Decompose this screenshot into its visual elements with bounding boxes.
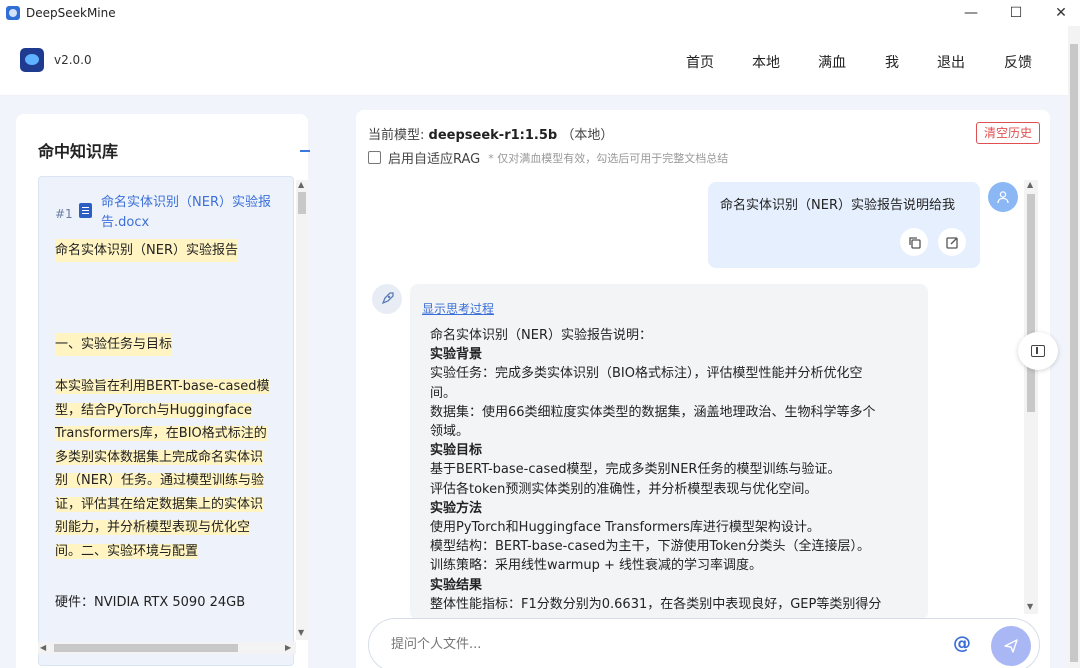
- doc-hardware-line: 硬件：NVIDIA RTX 5090 24GB: [55, 595, 246, 610]
- knowledge-card[interactable]: #1 命名实体识别（NER）实验报告.docx 命名实体识别（NER）实验报告 …: [38, 176, 294, 666]
- user-avatar-icon: [988, 182, 1018, 212]
- answer-line: 基于BERT-base-cased模型，完成多类别NER任务的模型训练与验证。: [430, 462, 841, 478]
- answer-line: 实验任务：完成多类实体识别（BIO格式标注），评估模型性能并分析优化空: [430, 366, 863, 382]
- model-suffix: （本地）: [561, 128, 614, 143]
- chat-vertical-scrollbar[interactable]: ▲ ▼: [1024, 180, 1038, 614]
- nav-feedback[interactable]: 反馈: [1004, 52, 1032, 72]
- sidebar-toggle-icon: [1031, 345, 1045, 357]
- excerpt-line: 间。二、实验环境与配置: [55, 543, 199, 559]
- maximize-button[interactable]: ☐: [993, 0, 1039, 26]
- collapse-button[interactable]: [300, 150, 310, 152]
- answer-heading: 实验背景: [430, 347, 483, 363]
- doc-subtitle: 命名实体识别（NER）实验报告: [55, 239, 238, 262]
- mention-button[interactable]: @: [953, 633, 971, 654]
- assistant-message-text: 命名实体识别（NER）实验报告说明： 实验背景实验任务：完成多类实体识别（BIO格…: [430, 326, 910, 614]
- rank-badge: #1: [55, 207, 73, 221]
- answer-line: 评估各token预测实体类别的准确性，并分析模型表现与优化空间。: [430, 481, 818, 497]
- knowledge-vertical-scrollbar[interactable]: ▲ ▼: [296, 180, 308, 640]
- close-icon: ✕: [1055, 5, 1067, 21]
- doc-filename-link[interactable]: 命名实体识别（NER）实验报告.docx: [101, 193, 281, 233]
- chat-input[interactable]: [391, 637, 911, 652]
- knowledge-horizontal-scrollbar[interactable]: ◀ ▶: [38, 642, 296, 654]
- answer-line: 数据集：使用66类细粒度实体类型的数据集，涵盖地理政治、生物科学等多个: [430, 404, 876, 420]
- excerpt-line: 证，评估其在给定数据集上的实体识: [55, 496, 264, 512]
- assistant-message-bubble: 显示思考过程 命名实体识别（NER）实验报告说明： 实验背景实验任务：完成多类实体…: [410, 284, 928, 620]
- scroll-up-icon[interactable]: ▲: [1027, 180, 1033, 189]
- maximize-icon: ☐: [1009, 5, 1023, 21]
- answer-line: 训练策略：采用线性warmup + 线性衰减的学习率调度。: [430, 558, 763, 574]
- rocket-icon: [372, 284, 402, 314]
- answer-line: 间。: [430, 385, 457, 401]
- answer-line: 命名实体识别（NER）实验报告说明：: [430, 328, 652, 343]
- sidebar-toggle-button[interactable]: [1018, 332, 1058, 370]
- nav-local[interactable]: 本地: [752, 52, 780, 72]
- answer-heading: 实验方法: [430, 500, 483, 516]
- scroll-right-icon[interactable]: ▶: [285, 643, 291, 652]
- user-message-text: 命名实体识别（NER）实验报告说明给我: [720, 198, 955, 213]
- answer-line: 模型结构：BERT-base-cased为主干，下游使用Token分类头（全连接…: [430, 539, 870, 555]
- app-header: v2.0.0 首页 本地 满血 我 退出 反馈: [0, 26, 1068, 96]
- scroll-left-icon[interactable]: ◀: [40, 643, 46, 652]
- scroll-up-icon[interactable]: ▲: [298, 180, 304, 189]
- clear-history-button[interactable]: 清空历史: [976, 122, 1040, 144]
- copy-button[interactable]: [900, 228, 928, 256]
- excerpt-line: 别（NER）任务。通过模型训练与验: [55, 473, 264, 488]
- rag-note: * 仅对满血模型有效，勾选后可用于完整文档总结: [488, 151, 729, 165]
- nav-logout[interactable]: 退出: [937, 52, 965, 72]
- logo-icon: [20, 48, 44, 72]
- scroll-thumb[interactable]: [1027, 194, 1035, 412]
- word-doc-icon: [79, 203, 92, 218]
- send-icon: [1004, 639, 1018, 653]
- window-title-bar: DeepSeekMine — ☐ ✕: [0, 0, 1080, 26]
- nav-full[interactable]: 满血: [818, 52, 846, 72]
- answer-heading: 实验结果: [430, 577, 483, 593]
- show-thinking-link[interactable]: 显示思考过程: [422, 300, 494, 317]
- excerpt-line: 多类别实体数据集上完成命名实体识: [55, 449, 264, 465]
- doc-excerpt: 本实验旨在利用BERT-base-cased模 型，结合PyTorch与Hugg…: [55, 375, 277, 563]
- nav-home[interactable]: 首页: [686, 52, 714, 72]
- rag-label[interactable]: 启用自适应RAG: [388, 148, 480, 167]
- scroll-down-icon[interactable]: ▼: [1027, 602, 1033, 611]
- excerpt-line: Transformers库，在BIO格式标注的: [55, 426, 267, 441]
- scroll-down-icon[interactable]: ▼: [298, 628, 304, 637]
- excerpt-line: 型，结合PyTorch与Huggingface: [55, 402, 252, 418]
- close-button[interactable]: ✕: [1038, 0, 1080, 26]
- excerpt-line: 本实验旨在利用BERT-base-cased模: [55, 379, 270, 394]
- answer-line: 整体性能指标：F1分数分别为0.6631，在各类别中表现良好，GEP等类别得分: [430, 596, 882, 612]
- app-scrollbar[interactable]: [1068, 26, 1080, 668]
- answer-heading: 实验目标: [430, 443, 483, 459]
- user-message-bubble: 命名实体识别（NER）实验报告说明给我: [708, 182, 980, 268]
- knowledge-panel: 命中知识库 #1 命名实体识别（NER）实验报告.docx 命名实体识别（NER…: [16, 114, 310, 668]
- chat-input-bar: @: [368, 618, 1040, 668]
- edit-button[interactable]: [938, 228, 966, 256]
- current-model: 当前模型: deepseek-r1:1.5b （本地）: [368, 124, 613, 143]
- answer-line: 使用PyTorch和Huggingface Transformers库进行模型架…: [430, 520, 820, 536]
- minimize-button[interactable]: —: [948, 0, 994, 26]
- model-name: deepseek-r1:1.5b: [428, 128, 558, 143]
- app-icon: [6, 6, 20, 20]
- chat-panel: 当前模型: deepseek-r1:1.5b （本地） 清空历史 启用自适应RA…: [356, 110, 1050, 668]
- rag-checkbox[interactable]: [368, 151, 381, 164]
- scroll-thumb[interactable]: [1070, 44, 1078, 662]
- knowledge-title: 命中知识库: [38, 142, 119, 161]
- excerpt-line: 别能力，并分析模型表现与优化空: [55, 520, 251, 535]
- edit-icon: [945, 236, 958, 249]
- send-button[interactable]: [991, 626, 1031, 666]
- copy-icon: [908, 236, 921, 249]
- answer-line: 领域。: [430, 424, 470, 440]
- scroll-thumb[interactable]: [54, 644, 238, 652]
- scroll-thumb[interactable]: [298, 192, 306, 214]
- doc-section-heading: 一、实验任务与目标: [55, 333, 173, 356]
- window-title: DeepSeekMine: [26, 6, 116, 20]
- rag-option: 启用自适应RAG * 仅对满血模型有效，勾选后可用于完整文档总结: [368, 148, 728, 167]
- minimize-icon: —: [964, 5, 978, 21]
- nav-me[interactable]: 我: [885, 52, 899, 72]
- version-label: v2.0.0: [54, 53, 92, 67]
- model-prefix: 当前模型:: [368, 128, 425, 143]
